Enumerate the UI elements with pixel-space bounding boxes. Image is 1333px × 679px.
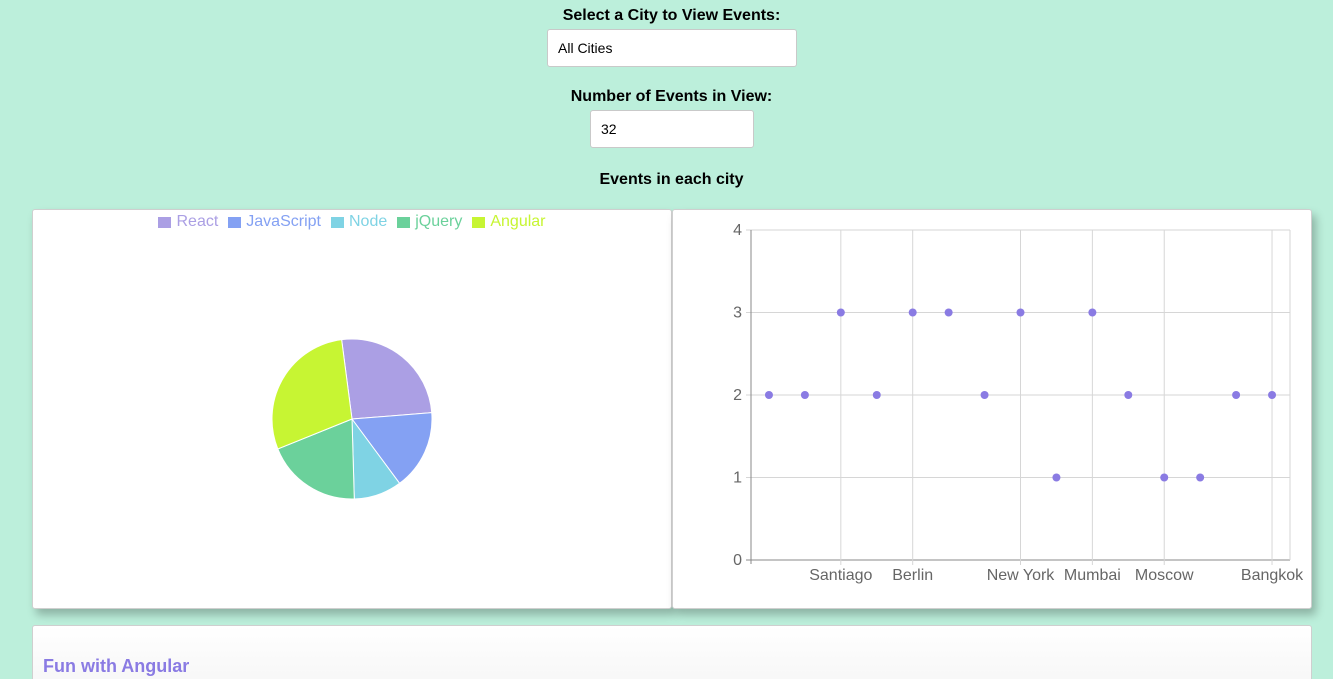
x-tick-label: Bangkok bbox=[1241, 567, 1304, 584]
y-tick-label: 3 bbox=[733, 305, 742, 322]
scatter-point[interactable] bbox=[1124, 391, 1133, 399]
scatter-point[interactable] bbox=[1268, 391, 1277, 399]
section-title: Events in each city bbox=[599, 171, 744, 188]
event-card: Fun with Angular bbox=[32, 625, 1312, 679]
scatter-point[interactable] bbox=[908, 308, 917, 317]
city-select-input[interactable]: All Cities bbox=[547, 29, 797, 67]
scatter-point[interactable] bbox=[980, 391, 989, 399]
y-tick-label: 1 bbox=[733, 470, 742, 487]
pie-chart bbox=[271, 338, 433, 500]
scatter-point[interactable] bbox=[1160, 473, 1169, 482]
y-tick-label: 0 bbox=[733, 552, 742, 569]
events-count-input[interactable]: 32 bbox=[590, 110, 754, 148]
pie-slice-react[interactable] bbox=[341, 338, 433, 420]
y-tick-label: 4 bbox=[733, 222, 742, 239]
events-count-label: Number of Events in View: bbox=[570, 88, 773, 105]
scatter-point[interactable] bbox=[800, 391, 809, 399]
scatter-point[interactable] bbox=[764, 391, 773, 399]
scatter-chart: 0 1 2 3 4 Santiago Berlin New York Mumbai Moscow B… bbox=[733, 222, 1304, 584]
scatter-point[interactable] bbox=[1016, 308, 1025, 317]
city-select-label: Select a City to View Events: bbox=[562, 7, 781, 24]
scatter-point[interactable] bbox=[1196, 473, 1205, 482]
scatter-point[interactable] bbox=[1052, 473, 1061, 482]
scatter-point[interactable] bbox=[872, 391, 881, 399]
x-tick-label: Moscow bbox=[1135, 567, 1194, 584]
x-tick-label: Mumbai bbox=[1064, 567, 1121, 584]
x-tick-label: Santiago bbox=[809, 567, 872, 584]
scatter-point[interactable] bbox=[1088, 308, 1097, 317]
event-title: Fun with Angular bbox=[43, 656, 190, 676]
x-tick-label: Berlin bbox=[892, 567, 933, 584]
page: Select a City to View Events: All Cities… bbox=[0, 0, 1333, 679]
scatter-point[interactable] bbox=[1232, 391, 1241, 399]
y-tick-label: 2 bbox=[733, 387, 742, 404]
scatter-point[interactable] bbox=[836, 308, 845, 317]
x-tick-label: New York bbox=[987, 567, 1056, 584]
scatter-point[interactable] bbox=[944, 308, 953, 317]
